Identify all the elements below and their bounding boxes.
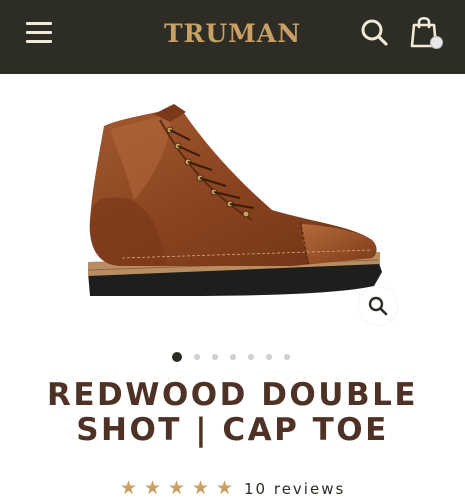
product-title: REDWOOD DOUBLE SHOT | CAP TOE bbox=[46, 377, 419, 448]
star-icon: ★ bbox=[168, 477, 186, 499]
gallery-dot[interactable] bbox=[284, 354, 290, 360]
star-icon: ★ bbox=[192, 477, 210, 499]
product-image[interactable] bbox=[82, 100, 387, 305]
gallery-dot[interactable] bbox=[248, 354, 254, 360]
star-icon: ★ bbox=[216, 477, 234, 499]
rating-stars[interactable]: ★ ★ ★ ★ ★ bbox=[120, 479, 240, 499]
search-icon[interactable] bbox=[358, 16, 390, 48]
gallery-dot[interactable] bbox=[212, 354, 218, 360]
zoom-icon bbox=[368, 296, 388, 316]
menu-icon[interactable] bbox=[26, 22, 54, 46]
brand-logo[interactable]: TRUMAN bbox=[150, 18, 315, 50]
gallery-dot[interactable] bbox=[266, 354, 272, 360]
site-header: TRUMAN bbox=[0, 0, 465, 74]
gallery-dot[interactable] bbox=[172, 352, 182, 362]
zoom-button[interactable] bbox=[359, 287, 397, 325]
shopping-bag-icon[interactable] bbox=[410, 14, 444, 50]
gallery-dot[interactable] bbox=[230, 354, 236, 360]
star-icon: ★ bbox=[144, 477, 162, 499]
review-count-link[interactable]: 10 reviews bbox=[244, 479, 345, 499]
gallery-pagination bbox=[172, 352, 297, 364]
cart-count-badge bbox=[430, 36, 443, 49]
gallery-dot[interactable] bbox=[194, 354, 200, 360]
star-icon: ★ bbox=[120, 477, 138, 499]
